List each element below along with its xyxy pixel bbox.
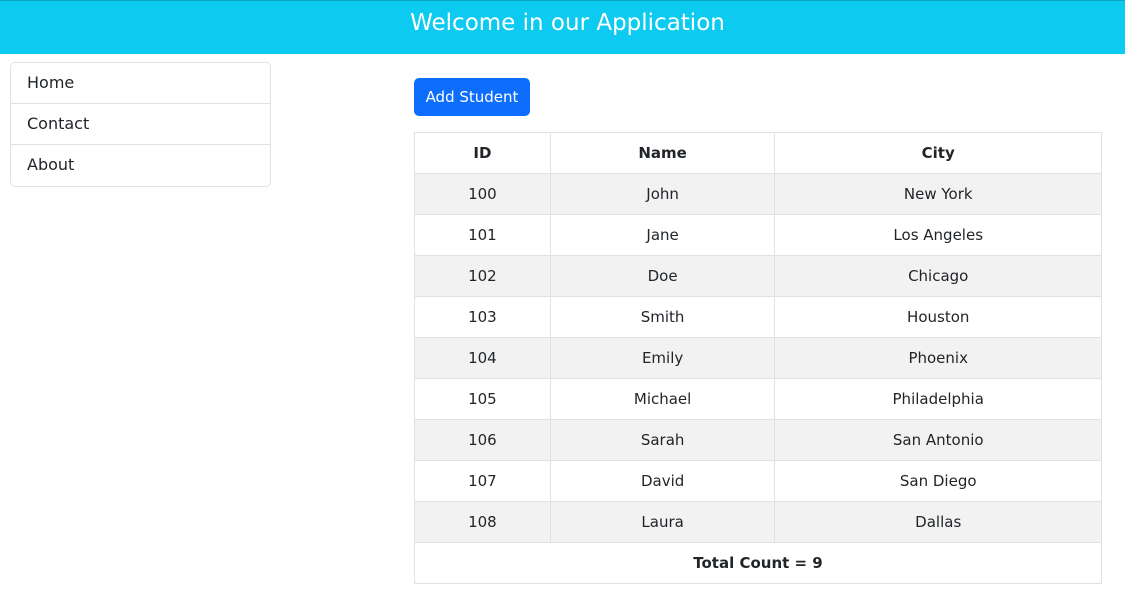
cell-id: 104: [414, 337, 551, 379]
cell-name: Emily: [549, 337, 776, 379]
students-table: ID Name City 100 John New York 101 Jane …: [414, 132, 1102, 584]
table-row: 105 Michael Philadelphia: [414, 378, 1102, 420]
table-row: 101 Jane Los Angeles: [414, 214, 1102, 256]
table-row: 106 Sarah San Antonio: [414, 419, 1102, 461]
cell-city: Philadelphia: [774, 378, 1102, 420]
table-row: 102 Doe Chicago: [414, 255, 1102, 297]
sidebar-item-about[interactable]: About: [11, 145, 270, 186]
cell-name: Jane: [549, 214, 776, 256]
cell-id: 107: [414, 460, 551, 502]
column-header-id: ID: [414, 132, 551, 174]
column-header-city: City: [774, 132, 1102, 174]
table-header-row: ID Name City: [414, 132, 1102, 174]
cell-city: Chicago: [774, 255, 1102, 297]
cell-city: Dallas: [774, 501, 1102, 543]
cell-id: 108: [414, 501, 551, 543]
table-row: 104 Emily Phoenix: [414, 337, 1102, 379]
column-header-name: Name: [549, 132, 776, 174]
cell-name: Smith: [549, 296, 776, 338]
cell-name: David: [549, 460, 776, 502]
cell-id: 102: [414, 255, 551, 297]
cell-name: Laura: [549, 501, 776, 543]
table-row: 107 David San Diego: [414, 460, 1102, 502]
sidebar-item-contact[interactable]: Contact: [11, 104, 270, 145]
cell-city: Houston: [774, 296, 1102, 338]
cell-name: Sarah: [549, 419, 776, 461]
table-row: 100 John New York: [414, 173, 1102, 215]
table-row: 103 Smith Houston: [414, 296, 1102, 338]
cell-city: San Antonio: [774, 419, 1102, 461]
cell-city: Phoenix: [774, 337, 1102, 379]
cell-id: 100: [414, 173, 551, 215]
cell-name: Michael: [549, 378, 776, 420]
app-title: Welcome in our Application: [410, 10, 725, 36]
cell-id: 101: [414, 214, 551, 256]
table-row: 108 Laura Dallas: [414, 501, 1102, 543]
cell-id: 103: [414, 296, 551, 338]
cell-id: 106: [414, 419, 551, 461]
total-count: Total Count = 9: [414, 542, 1102, 584]
cell-city: San Diego: [774, 460, 1102, 502]
cell-id: 105: [414, 378, 551, 420]
cell-city: New York: [774, 173, 1102, 215]
table-footer-row: Total Count = 9: [414, 542, 1102, 584]
sidebar-nav: Home Contact About: [10, 62, 271, 187]
sidebar-item-home[interactable]: Home: [11, 63, 270, 104]
cell-name: Doe: [549, 255, 776, 297]
app-header: Welcome in our Application: [0, 0, 1125, 54]
add-student-button[interactable]: Add Student: [414, 78, 530, 116]
cell-name: John: [549, 173, 776, 215]
cell-city: Los Angeles: [774, 214, 1102, 256]
